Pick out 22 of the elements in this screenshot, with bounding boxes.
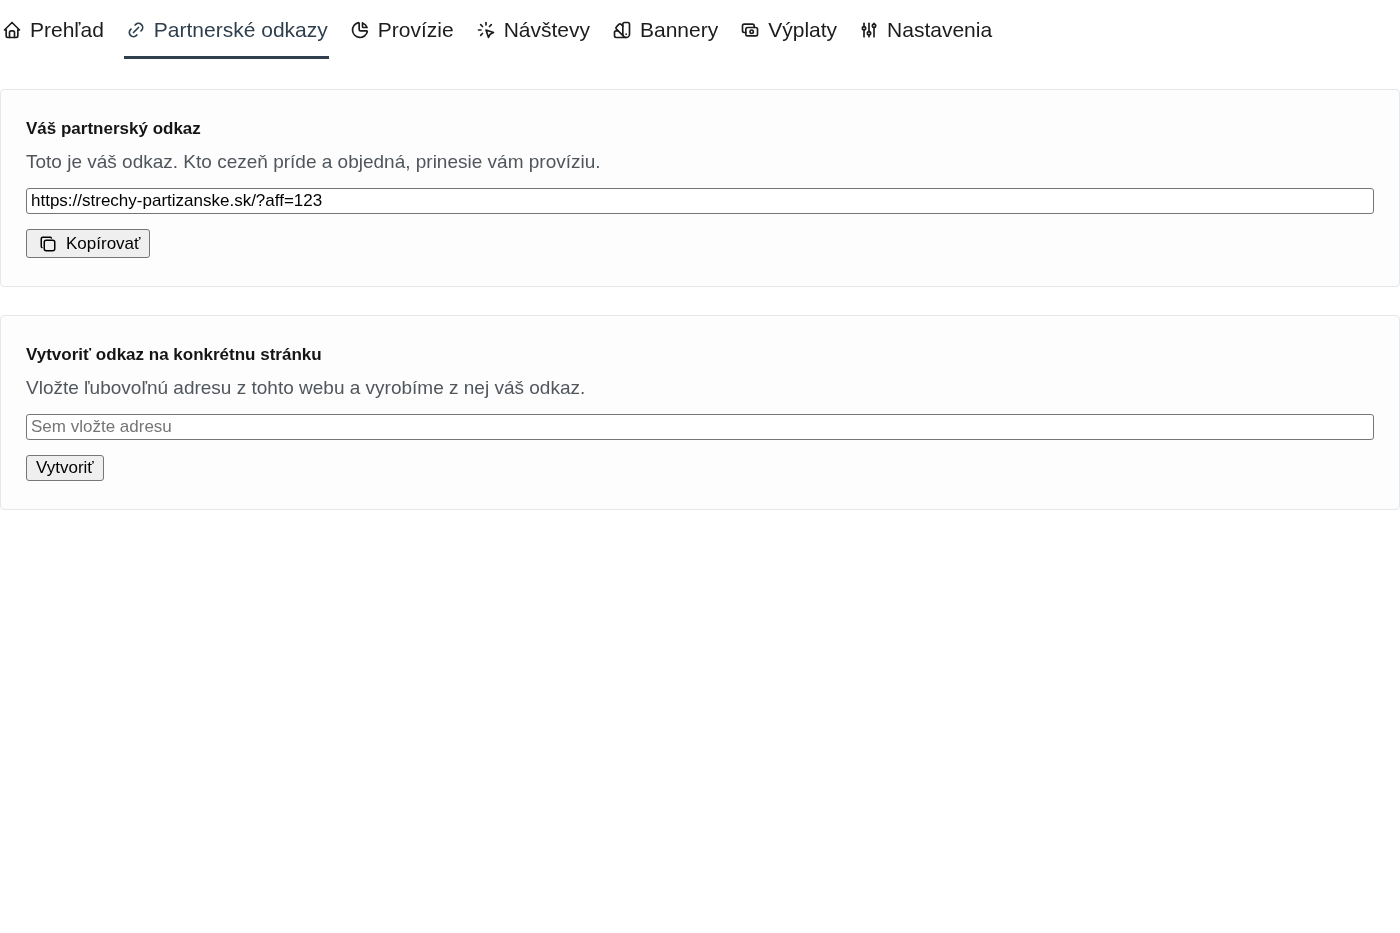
nav-tab[interactable]: Bannery xyxy=(610,0,720,59)
pie-chart-icon xyxy=(349,20,370,40)
nav-tab[interactable]: Nastavenia xyxy=(857,0,994,59)
section-title: Vytvoriť odkaz na konkrétnu stránku xyxy=(26,344,322,366)
nav-tab[interactable]: Provízie xyxy=(347,0,455,59)
section-description: Vložte ľubovoľnú adresu z tohto webu a vyrobíme z nej váš odkaz. xyxy=(26,376,586,400)
home-icon xyxy=(2,20,22,40)
pointer-click-icon xyxy=(475,20,496,40)
link-icon xyxy=(125,20,146,40)
nav-tab[interactable]: Návštevy xyxy=(473,0,591,59)
url-field[interactable]: Sem vložte adresu xyxy=(26,414,1374,440)
section-title: Váš partnerský odkaz xyxy=(26,118,201,140)
copy-icon xyxy=(39,234,57,253)
section-description: Toto je váš odkaz. Kto cezeň príde a objedná, prinesie vám províziu. xyxy=(26,150,601,174)
url-field[interactable]: https://strechy-partizanske.sk/?aff=123 xyxy=(26,188,1374,214)
copy-button[interactable]: Kopírovať xyxy=(26,229,151,258)
nav-tab[interactable]: Partnerské odkazy xyxy=(123,0,329,59)
nav-tab[interactable]: Prehľad xyxy=(0,0,105,59)
create-button[interactable]: Vytvoriť xyxy=(26,455,104,481)
swatch-icon xyxy=(612,20,632,40)
nav-tab[interactable]: Výplaty xyxy=(738,0,839,59)
cash-icon xyxy=(740,20,761,40)
